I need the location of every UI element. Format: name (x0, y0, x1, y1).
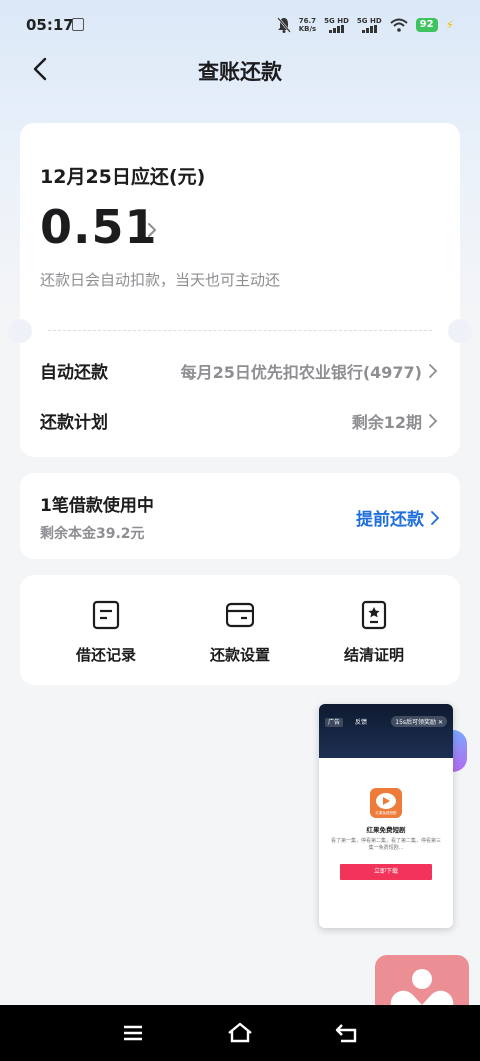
ad-top-bar: 广告 反馈 15s后可领奖励 ✕ (319, 716, 453, 727)
notification-app-icon (72, 18, 84, 31)
settlement-certificate-label: 结清证明 (343, 646, 404, 664)
header: 查账还款 (0, 50, 480, 90)
charging-icon: ⚡ (445, 18, 454, 32)
status-time: 05:17 (26, 16, 74, 34)
card-notch-left (8, 319, 32, 343)
repay-plan-row[interactable]: 剩余12期 (352, 409, 438, 433)
auto-repay-value: 每月25日优先扣农业银行(4977) (180, 363, 422, 382)
due-date-label: 12月25日应还(元) (40, 166, 206, 188)
net-speed-unit: KB/s (298, 25, 317, 33)
home-icon[interactable] (226, 1019, 254, 1047)
prepay-button[interactable]: 提前还款 (356, 505, 440, 530)
back-icon[interactable] (333, 1019, 361, 1047)
repay-settings-label: 还款设置 (209, 646, 270, 664)
ad-download-button[interactable]: 立即下载 (340, 864, 432, 880)
ad-logo-text: 红果免费短剧 (375, 811, 397, 815)
signal-bars-icon (329, 25, 345, 33)
status-icons: 76.7 KB/s 5G HD 5G HD 92 ⚡ (276, 14, 454, 36)
ad-edge-decoration (453, 730, 467, 772)
play-triangle (383, 797, 390, 805)
prepay-label: 提前还款 (356, 510, 424, 530)
settlement-certificate-button[interactable]: 结清证明 (314, 600, 434, 665)
status-bar: 05:17 76.7 KB/s 5G HD 5G HD 92 ⚡ (0, 0, 480, 50)
ad-feedback-button[interactable]: 反馈 (355, 719, 367, 726)
ad-reward-text: 15s后可领奖励 (395, 719, 437, 726)
records-label: 借还记录 (75, 646, 136, 664)
ad-banner: 广告 反馈 15s后可领奖励 ✕ (319, 704, 453, 758)
records-button[interactable]: 借还记录 (46, 600, 166, 665)
bell-off-icon (276, 17, 291, 33)
system-nav-bar (0, 1005, 480, 1061)
net-speed: 76.7 KB/s (299, 17, 316, 33)
ad-reward-timer: 15s后可领奖励 ✕ (391, 716, 447, 727)
wifi-icon (389, 18, 408, 32)
chevron-right-icon (429, 364, 438, 378)
dashed-divider (48, 330, 432, 331)
document-icon (92, 600, 120, 630)
loan-status-title: 1笔借款使用中 (40, 496, 154, 516)
repay-plan-label[interactable]: 还款计划 (40, 408, 108, 433)
due-amount[interactable]: 0.51 (40, 200, 158, 254)
repay-settings-button[interactable]: 还款设置 (180, 600, 300, 665)
chevron-right-icon[interactable] (146, 222, 158, 238)
ad-tag: 广告 (325, 718, 344, 727)
battery-level: 92 (415, 18, 438, 32)
net-speed-value: 76.7 (298, 17, 317, 25)
card-notch-right (448, 319, 472, 343)
ad-description: 看了第一集，停看第二集，看了第二集，停看第三集一免费短剧... (331, 838, 442, 851)
repay-plan-value: 剩余12期 (351, 413, 422, 432)
menu-icon[interactable] (119, 1019, 147, 1047)
sim1-label: 5G HD (324, 17, 349, 25)
sim2-label: 5G HD (356, 17, 382, 25)
ad-close-icon[interactable]: ✕ (438, 719, 443, 726)
auto-repay-row[interactable]: 每月25日优先扣农业银行(4977) (181, 359, 438, 383)
signal-sim1: 5G HD (324, 17, 349, 33)
signal-bars-icon (361, 25, 377, 33)
ad-app-logo: 红果免费短剧 (370, 788, 402, 818)
wallet-icon (226, 602, 254, 628)
ad-popup[interactable]: 广告 反馈 15s后可领奖励 ✕ 红果免费短剧 红果免费短剧 看了第一集，停看第… (319, 704, 453, 928)
ad-app-name: 红果免费短剧 (366, 826, 406, 834)
signal-sim2: 5G HD (357, 17, 382, 33)
auto-debit-hint: 还款日会自动扣款，当天也可主动还 (40, 271, 281, 289)
remaining-principal: 剩余本金39.2元 (40, 526, 145, 542)
chevron-right-icon (431, 510, 440, 525)
certificate-icon (361, 600, 387, 630)
chevron-right-icon (429, 414, 438, 428)
auto-repay-label[interactable]: 自动还款 (40, 358, 108, 383)
page-title: 查账还款 (198, 60, 282, 84)
